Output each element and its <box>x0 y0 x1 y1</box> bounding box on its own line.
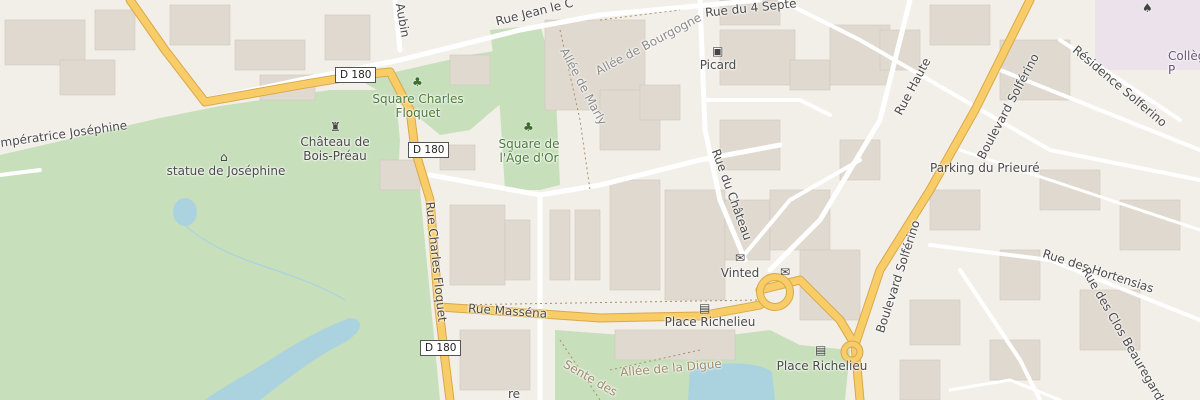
poi-parking[interactable]: Parking du Prieuré <box>930 161 1040 176</box>
tree-icon: ♣ <box>412 75 423 89</box>
poi-place-richelieu[interactable]: Place Richelieu <box>665 315 756 330</box>
monument-icon: ⌂ <box>220 150 228 164</box>
post-icon: ✉ <box>735 251 746 265</box>
poi-square-floquet[interactable]: Square Charles Floquet <box>372 92 463 121</box>
road-shield-d180: D 180 <box>420 340 462 356</box>
road-shield-d180: D 180 <box>335 67 377 83</box>
map-canvas[interactable]: Rue Jean le C e Aubin Rue du 4 Septe All… <box>0 0 1200 400</box>
bus-stop-icon: ▤ <box>815 343 827 357</box>
shop-basket-icon: ▣ <box>712 44 724 58</box>
poi-vinted[interactable]: Vinted <box>721 266 760 281</box>
tree-icon: ♣ <box>523 120 534 134</box>
post-icon: ✉ <box>780 265 791 279</box>
poi-chateau[interactable]: Château de Bois-Préau <box>300 135 369 164</box>
poi-place-richelieu[interactable]: Place Richelieu <box>777 359 868 374</box>
street-bottom: re <box>508 387 521 400</box>
poi-picard[interactable]: Picard <box>700 58 737 73</box>
poi-square-age-or[interactable]: Square de l'Âge d'Or <box>498 137 559 166</box>
castle-icon: ♜ <box>330 120 341 134</box>
poi-college[interactable]: Collèg P <box>1168 49 1200 78</box>
school-icon: ♠ <box>1142 1 1153 15</box>
road-shield-d180: D 180 <box>408 142 450 158</box>
bus-stop-icon: ▤ <box>699 301 711 315</box>
poi-statue[interactable]: statue de Joséphine <box>167 164 286 179</box>
map-layer <box>0 0 1200 400</box>
pond <box>173 198 197 226</box>
